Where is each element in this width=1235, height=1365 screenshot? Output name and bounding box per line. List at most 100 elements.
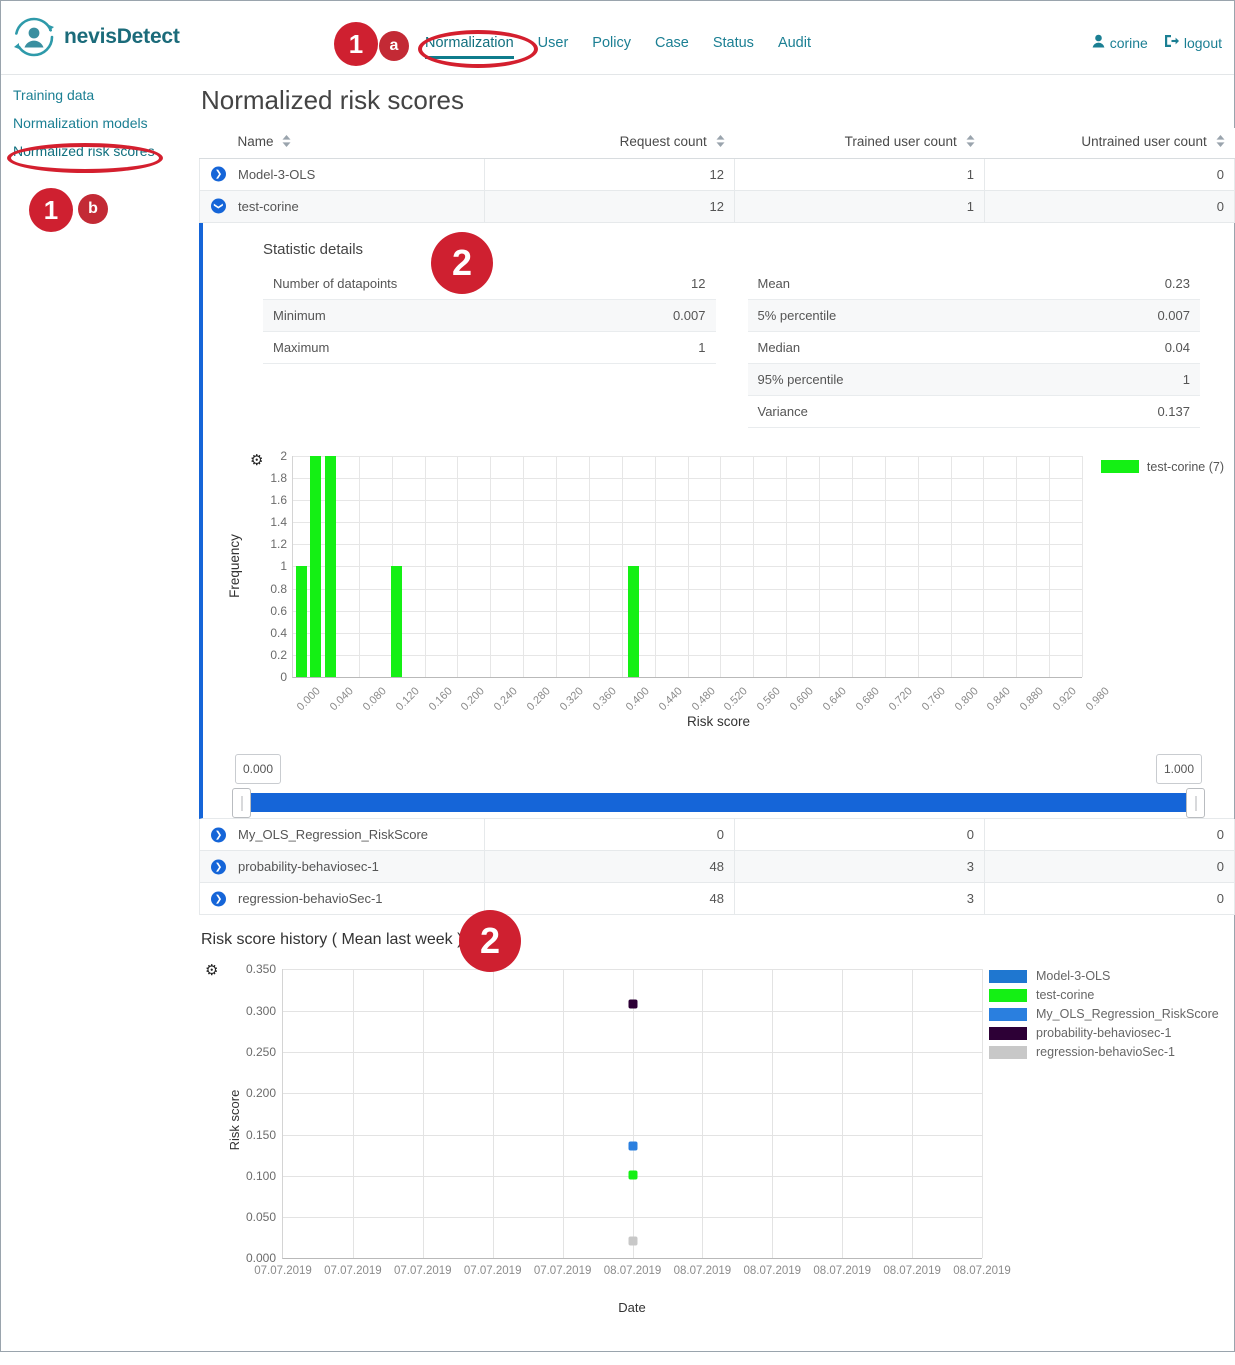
history-x-tick: 08.07.2019: [813, 1265, 871, 1278]
legend-item[interactable]: regression-behavioSec-1: [989, 1045, 1219, 1059]
histogram-chart: ⚙ Frequency 0 0.2 0.4 0.6 0.8 1 1.2 1.4 1.6 1.8 2 0…: [203, 446, 1234, 746]
stat-key: 5% percentile: [757, 307, 837, 323]
expand-row-chevron-right-icon[interactable]: ❯: [211, 166, 226, 182]
histogram-y-tick: 0.6: [270, 603, 287, 618]
row-trained-user-count: 1: [734, 190, 985, 223]
chart-settings-gear-icon[interactable]: ⚙: [205, 961, 218, 979]
sort-icon[interactable]: [1216, 134, 1225, 150]
column-header-name[interactable]: Name: [199, 128, 485, 159]
legend-item[interactable]: probability-behaviosec-1: [989, 1026, 1219, 1040]
sort-icon[interactable]: [282, 134, 291, 150]
legend-label: test-corine: [1036, 988, 1095, 1003]
row-request-count: 12: [484, 190, 735, 223]
logout-icon: [1164, 34, 1179, 51]
row-name: test-corine: [238, 198, 299, 214]
slider-track[interactable]: [232, 787, 1205, 818]
stat-value: 0.23: [1164, 275, 1190, 291]
legend-item[interactable]: Model-3-OLS: [989, 969, 1219, 983]
histogram-x-tick: 0.920: [1050, 685, 1079, 714]
histogram-x-tick: 0.000: [294, 685, 323, 714]
gridline-vertical: [352, 969, 354, 1259]
table-row[interactable]: ❯ regression-behavioSec-1 48 3 0: [199, 882, 1235, 916]
nav-item-audit[interactable]: Audit: [778, 35, 811, 56]
current-user[interactable]: corine: [1092, 34, 1148, 51]
row-trained-user-count: 1: [734, 158, 985, 191]
histogram-y-tick: 1: [280, 559, 287, 574]
expand-row-chevron-right-icon[interactable]: ❯: [211, 859, 226, 875]
gridline-vertical: [490, 455, 492, 677]
chart-settings-gear-icon[interactable]: ⚙: [250, 451, 263, 469]
nav-item-user[interactable]: User: [538, 35, 569, 56]
user-icon: [1092, 34, 1105, 51]
risk-scores-table-top: Name Request count Trained user count Un…: [199, 128, 1235, 223]
history-x-tick: 07.07.2019: [254, 1265, 312, 1278]
brand-logo: nevisDetect: [13, 16, 180, 58]
statistic-right-column: Mean 0.23 5% percentile 0.007 Median 0.0…: [747, 268, 1200, 428]
histogram-x-tick: 0.280: [524, 685, 553, 714]
histogram-y-tick: 0.4: [270, 625, 287, 640]
user-area: corine logout: [1092, 34, 1222, 51]
slider-max-value[interactable]: 1.000: [1156, 753, 1202, 784]
gridline-vertical: [912, 969, 914, 1259]
slider-fill: [247, 792, 1190, 812]
legend-swatch: [989, 969, 1027, 983]
legend-label: probability-behaviosec-1: [1036, 1026, 1172, 1041]
stat-key: Variance: [757, 403, 808, 419]
main-content: Normalized risk scores Name Request coun…: [199, 77, 1235, 1365]
gridline-vertical: [819, 455, 820, 677]
expand-row-chevron-right-icon[interactable]: ❯: [211, 891, 226, 907]
histogram-y-tick: 1.2: [270, 537, 287, 552]
history-y-tick: 0.350: [245, 962, 276, 977]
histogram-y-tick: 0.2: [270, 647, 287, 662]
column-header-untrained-user-count[interactable]: Untrained user count: [984, 128, 1235, 159]
table-row[interactable]: ❯ test-corine 12 1 0: [199, 190, 1235, 223]
risk-score-range-slider[interactable]: 0.000 1.000: [203, 750, 1234, 818]
nav-item-case[interactable]: Case: [655, 35, 689, 56]
stat-row: 5% percentile 0.007: [747, 299, 1200, 332]
gridline-vertical: [772, 969, 774, 1259]
legend-swatch-test-corine: [1100, 460, 1139, 474]
history-x-tick: 07.07.2019: [394, 1265, 452, 1278]
legend-swatch: [989, 1007, 1027, 1021]
gridline-vertical: [753, 455, 755, 677]
table-row[interactable]: ❯ probability-behaviosec-1 48 3 0: [199, 850, 1235, 884]
sort-icon[interactable]: [966, 134, 975, 150]
sidebar-item-training-data[interactable]: Training data: [1, 81, 197, 109]
gridline-vertical: [654, 455, 656, 677]
legend-item[interactable]: test-corine: [989, 988, 1219, 1002]
nav-item-status[interactable]: Status: [713, 35, 754, 56]
row-untrained-user-count: 0: [984, 882, 1235, 916]
column-header-trained-user-count-label: Trained user count: [844, 134, 957, 149]
histogram-y-tick: 2: [280, 448, 287, 463]
gridline-vertical: [632, 969, 634, 1259]
histogram-bar: [627, 566, 639, 677]
column-header-trained-user-count[interactable]: Trained user count: [734, 128, 985, 159]
table-row[interactable]: ❯ Model-3-OLS 12 1 0: [199, 158, 1235, 191]
histogram-x-tick: 0.980: [1083, 685, 1112, 714]
histogram-x-tick: 0.240: [492, 685, 521, 714]
annotation-ellipse-normalization-tab: [418, 30, 538, 68]
page-title: Normalized risk scores: [201, 85, 464, 115]
row-request-count: 48: [484, 850, 735, 884]
statistic-left-column: Number of datapoints 12 Minimum 0.007 Ma…: [263, 268, 716, 428]
row-request-count: 12: [484, 158, 735, 191]
histogram-y-tick: 1.4: [270, 515, 287, 530]
gridline-vertical: [851, 455, 853, 677]
nav-item-policy[interactable]: Policy: [592, 35, 631, 56]
column-header-request-count[interactable]: Request count: [484, 128, 735, 159]
history-y-tick: 0.100: [245, 1168, 276, 1183]
histogram-x-tick: 0.440: [656, 685, 685, 714]
slider-handle-max[interactable]: [1186, 787, 1205, 818]
sort-icon[interactable]: [716, 134, 725, 150]
logout-label: logout: [1183, 34, 1222, 51]
table-row[interactable]: ❯ My_OLS_Regression_RiskScore 0 0 0: [199, 818, 1235, 852]
sidebar-item-normalization-models[interactable]: Normalization models: [1, 109, 197, 137]
stat-value: 0.04: [1164, 339, 1190, 355]
legend-item[interactable]: My_OLS_Regression_RiskScore: [989, 1007, 1219, 1021]
logout-button[interactable]: logout: [1164, 34, 1222, 51]
slider-min-value[interactable]: 0.000: [235, 753, 281, 784]
row-trained-user-count: 0: [734, 818, 985, 852]
expand-row-chevron-right-icon[interactable]: ❯: [211, 827, 226, 843]
collapse-row-chevron-down-icon[interactable]: ❯: [211, 198, 226, 214]
slider-handle-min[interactable]: [232, 787, 251, 818]
